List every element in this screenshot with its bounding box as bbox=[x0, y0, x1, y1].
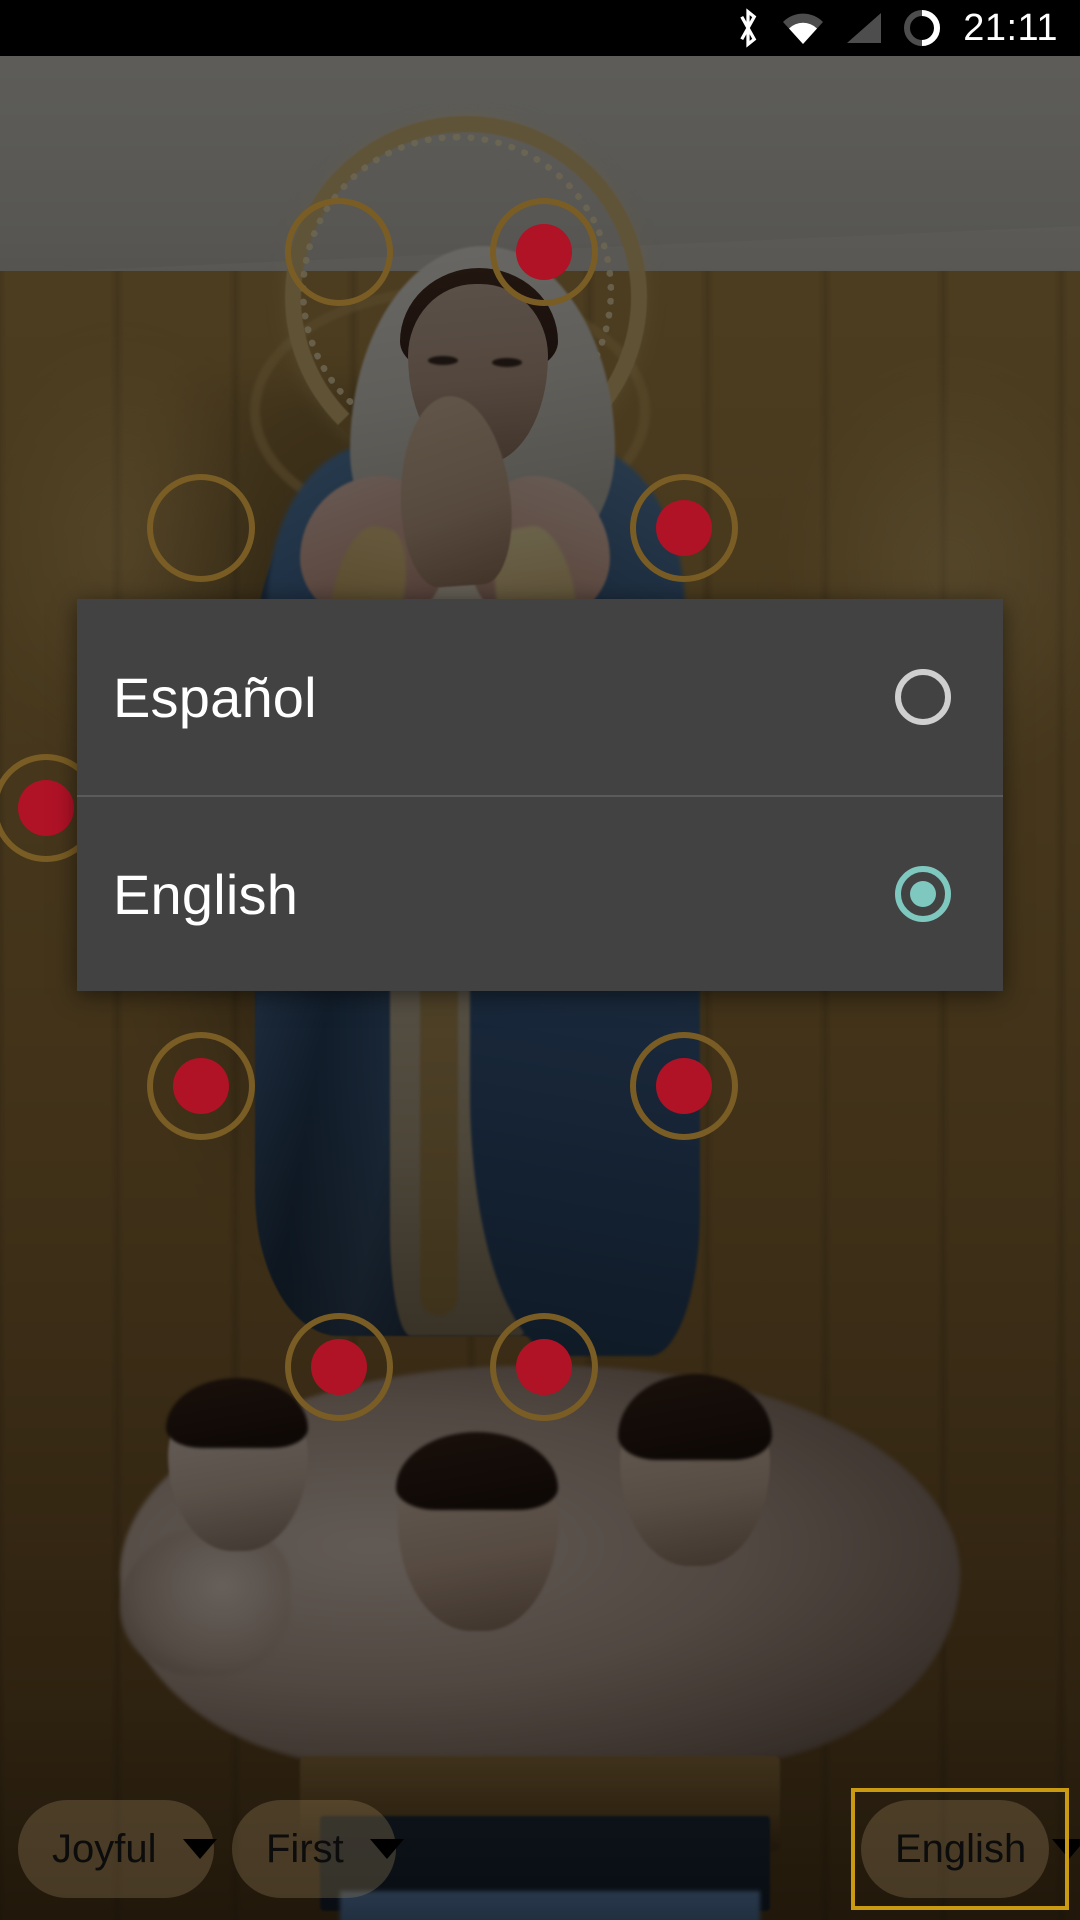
rosary-bead[interactable] bbox=[490, 1313, 598, 1421]
decade-spinner-value: First bbox=[266, 1827, 344, 1872]
radio-button-espanol[interactable] bbox=[895, 669, 951, 725]
language-option-label: English bbox=[113, 862, 895, 927]
chevron-down-icon bbox=[1052, 1839, 1080, 1859]
chevron-down-icon bbox=[370, 1839, 404, 1859]
rosary-bead[interactable] bbox=[630, 1032, 738, 1140]
rosary-bead[interactable] bbox=[147, 474, 255, 582]
rosary-bead[interactable] bbox=[630, 474, 738, 582]
rosary-bead[interactable] bbox=[147, 1032, 255, 1140]
rosary-bead[interactable] bbox=[285, 198, 393, 306]
rosary-bead-fill bbox=[18, 780, 74, 836]
rosary-bead[interactable] bbox=[285, 1313, 393, 1421]
chevron-down-icon bbox=[183, 1839, 217, 1859]
mystery-spinner-value: Joyful bbox=[52, 1827, 157, 1872]
battery-circle-icon bbox=[901, 7, 943, 49]
decade-spinner[interactable]: First bbox=[232, 1800, 396, 1898]
mystery-spinner[interactable]: Joyful bbox=[18, 1800, 214, 1898]
rosary-bead-fill bbox=[173, 1058, 229, 1114]
wifi-icon bbox=[781, 11, 825, 45]
rosary-bead-fill bbox=[311, 1339, 367, 1395]
bluetooth-icon bbox=[733, 8, 763, 48]
language-option-english[interactable]: English bbox=[77, 795, 1003, 991]
rosary-bead[interactable] bbox=[490, 198, 598, 306]
cellular-signal-icon bbox=[843, 11, 883, 45]
language-spinner[interactable]: English bbox=[861, 1800, 1049, 1898]
rosary-bead-fill bbox=[516, 1339, 572, 1395]
language-option-label: Español bbox=[113, 665, 895, 730]
language-selection-dialog: Español English bbox=[77, 599, 1003, 991]
rosary-bead-fill bbox=[516, 224, 572, 280]
status-clock: 21:11 bbox=[963, 7, 1058, 50]
language-option-espanol[interactable]: Español bbox=[77, 599, 1003, 795]
rosary-bead-fill bbox=[656, 500, 712, 556]
status-bar: 21:11 bbox=[0, 0, 1080, 56]
radio-inner-dot bbox=[910, 881, 936, 907]
rosary-bead-fill bbox=[656, 1058, 712, 1114]
language-spinner-value: English bbox=[895, 1827, 1026, 1872]
radio-button-english[interactable] bbox=[895, 866, 951, 922]
app-screen: 21:11 Español English Joyful First Engli… bbox=[0, 0, 1080, 1920]
